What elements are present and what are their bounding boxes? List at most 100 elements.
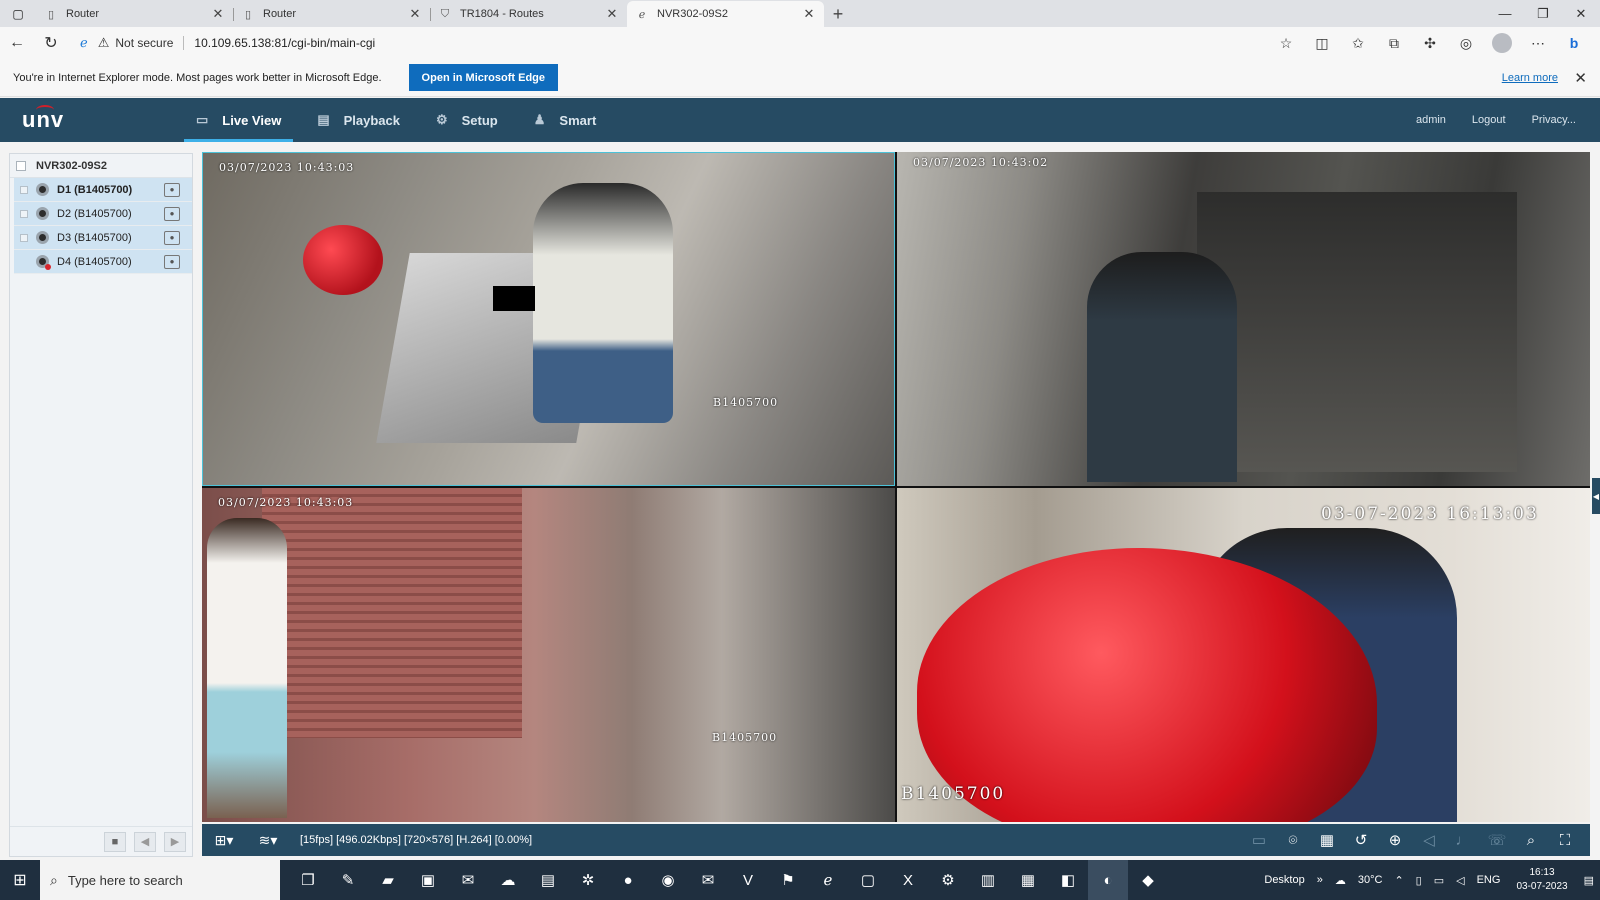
close-tab-icon[interactable]: ✕: [408, 6, 422, 22]
store-icon[interactable]: ▣: [408, 860, 448, 900]
notifications-icon[interactable]: ▤: [1584, 874, 1594, 887]
profile-avatar[interactable]: [1492, 33, 1512, 53]
close-window-icon[interactable]: ✕: [1562, 0, 1600, 27]
desktop-toolbar-label[interactable]: Desktop: [1264, 874, 1304, 886]
channel-d2[interactable]: D2 (B1405700) ●: [14, 202, 192, 226]
app-icon[interactable]: V: [728, 860, 768, 900]
app-icon[interactable]: ▤: [528, 860, 568, 900]
app-icon[interactable]: ◧: [1048, 860, 1088, 900]
record-icon[interactable]: ●: [164, 254, 180, 269]
video-window-3[interactable]: 03/07/2023 10:43:03 B1405700: [202, 488, 895, 822]
next-button[interactable]: ▶: [164, 831, 186, 852]
windows-start-icon[interactable]: ⊞: [0, 870, 40, 890]
more-menu-icon[interactable]: ⋯: [1520, 35, 1556, 52]
back-icon[interactable]: ←: [0, 28, 34, 58]
logout-link[interactable]: Logout: [1472, 114, 1506, 126]
favorite-star-icon[interactable]: ☆: [1268, 35, 1304, 52]
expand-icon[interactable]: [20, 185, 28, 194]
instant-playback-icon[interactable]: ↺: [1344, 831, 1378, 849]
snapshot-icon[interactable]: ⌾: [1276, 832, 1310, 849]
network-icon[interactable]: ▭: [1434, 874, 1444, 887]
close-tab-icon[interactable]: ✕: [211, 6, 225, 22]
app-icon[interactable]: ✎: [328, 860, 368, 900]
volume-icon[interactable]: ◁: [1412, 831, 1446, 849]
minimize-icon[interactable]: —: [1486, 0, 1524, 27]
open-in-edge-button[interactable]: Open in Microsoft Edge: [408, 64, 558, 91]
app-icon[interactable]: ✲: [568, 860, 608, 900]
browser-essentials-icon[interactable]: ◎: [1448, 35, 1484, 52]
talk-icon[interactable]: ☏: [1480, 831, 1514, 849]
record-icon[interactable]: ●: [164, 182, 180, 197]
close-tab-icon[interactable]: ✕: [605, 6, 619, 22]
stop-all-button[interactable]: ■: [104, 831, 126, 852]
file-explorer-icon[interactable]: ▰: [368, 860, 408, 900]
record-icon[interactable]: ●: [164, 206, 180, 221]
collapse-panel-handle[interactable]: ◀: [1592, 478, 1600, 514]
app-icon[interactable]: ▢: [848, 860, 888, 900]
ptz-zoom-icon[interactable]: ⌕: [1514, 832, 1548, 849]
battery-icon[interactable]: ▯: [1416, 874, 1422, 887]
outlook-icon[interactable]: ✉: [448, 860, 488, 900]
task-view-icon[interactable]: ❐: [288, 860, 328, 900]
ie-mode-icon[interactable]: ℯ: [80, 35, 88, 51]
favorites-icon[interactable]: ✩: [1340, 35, 1376, 52]
nav-playback[interactable]: ▤ Playback: [305, 98, 412, 142]
learn-more-link[interactable]: Learn more: [1502, 72, 1558, 84]
expand-icon[interactable]: [20, 209, 28, 218]
mail-icon[interactable]: ✉: [688, 860, 728, 900]
browser-tab-router-2[interactable]: ▯ Router ✕: [233, 1, 430, 27]
restore-icon[interactable]: ❐: [1524, 0, 1562, 27]
security-status[interactable]: Not secure: [115, 36, 173, 50]
language-indicator[interactable]: ENG: [1477, 874, 1501, 886]
collections-icon[interactable]: ⧉: [1376, 35, 1412, 52]
teams-icon[interactable]: ●: [608, 860, 648, 900]
edge-icon[interactable]: ◐: [1088, 860, 1128, 900]
nav-setup[interactable]: ⚙ Setup: [424, 98, 510, 142]
video-window-4[interactable]: 03-07-2023 16:13:03 B1405700: [897, 488, 1590, 822]
digital-zoom-icon[interactable]: ⊕: [1378, 831, 1412, 849]
calculator-icon[interactable]: ▦: [1008, 860, 1048, 900]
close-bar-icon[interactable]: ✕: [1574, 69, 1587, 87]
app-icon[interactable]: ▥: [968, 860, 1008, 900]
channel-d4[interactable]: D4 (B1405700) ●: [14, 250, 192, 274]
chrome-icon[interactable]: ◉: [648, 860, 688, 900]
internet-explorer-icon[interactable]: ℯ: [808, 860, 848, 900]
bing-copilot-icon[interactable]: b: [1556, 35, 1592, 51]
channel-d3[interactable]: D3 (B1405700) ●: [14, 226, 192, 250]
extensions-icon[interactable]: ✣: [1412, 35, 1448, 52]
video-window-2[interactable]: 03/07/2023 10:43:02: [897, 152, 1590, 486]
privacy-link[interactable]: Privacy...: [1532, 114, 1576, 126]
device-root[interactable]: NVR302-09S2: [10, 154, 192, 178]
chevron-icon[interactable]: »: [1317, 874, 1323, 886]
microphone-icon[interactable]: ♩: [1446, 832, 1480, 849]
split-screen-icon[interactable]: ◫: [1304, 35, 1340, 52]
url-text[interactable]: 10.109.65.138:81/cgi-bin/main-cgi: [194, 36, 375, 50]
excel-icon[interactable]: X: [888, 860, 928, 900]
new-tab-button[interactable]: +: [824, 1, 852, 27]
nav-live-view[interactable]: ▭ Live View: [184, 98, 294, 142]
url-box[interactable]: ℯ ⚠ Not secure 10.109.65.138:81/cgi-bin/…: [72, 29, 1222, 57]
app-icon[interactable]: ⚑: [768, 860, 808, 900]
stream-select-icon[interactable]: ≋▾: [246, 832, 290, 849]
volume-icon[interactable]: ◁: [1456, 874, 1464, 887]
taskbar-search[interactable]: ⌕ Type here to search: [40, 860, 280, 900]
previous-button[interactable]: ◀: [134, 831, 156, 852]
channel-d1[interactable]: D1 (B1405700) ●: [14, 178, 192, 202]
browser-tab-nvr[interactable]: ℯ NVR302-09S2 ✕: [627, 1, 824, 27]
settings-icon[interactable]: ⚙: [928, 860, 968, 900]
close-tab-icon[interactable]: ✕: [802, 6, 816, 22]
show-hidden-icons-icon[interactable]: ⌃: [1394, 874, 1403, 887]
weather-temperature[interactable]: 30°C: [1358, 874, 1383, 886]
anydesk-icon[interactable]: ◆: [1128, 860, 1168, 900]
clock[interactable]: 16:13 03-07-2023: [1516, 866, 1567, 894]
app-icon[interactable]: ☁: [488, 860, 528, 900]
expand-icon[interactable]: [20, 233, 28, 242]
video-window-1[interactable]: 03/07/2023 10:43:03 B1405700: [202, 152, 895, 486]
layout-grid-icon[interactable]: ⊞▾: [202, 832, 246, 849]
refresh-icon[interactable]: ↻: [34, 28, 68, 58]
record-icon[interactable]: ●: [164, 230, 180, 245]
tab-actions-icon[interactable]: ▢: [0, 0, 36, 27]
browser-tab-router-1[interactable]: ▯ Router ✕: [36, 1, 233, 27]
fullscreen-icon[interactable]: ⛶: [1548, 832, 1582, 849]
username[interactable]: admin: [1416, 114, 1446, 126]
